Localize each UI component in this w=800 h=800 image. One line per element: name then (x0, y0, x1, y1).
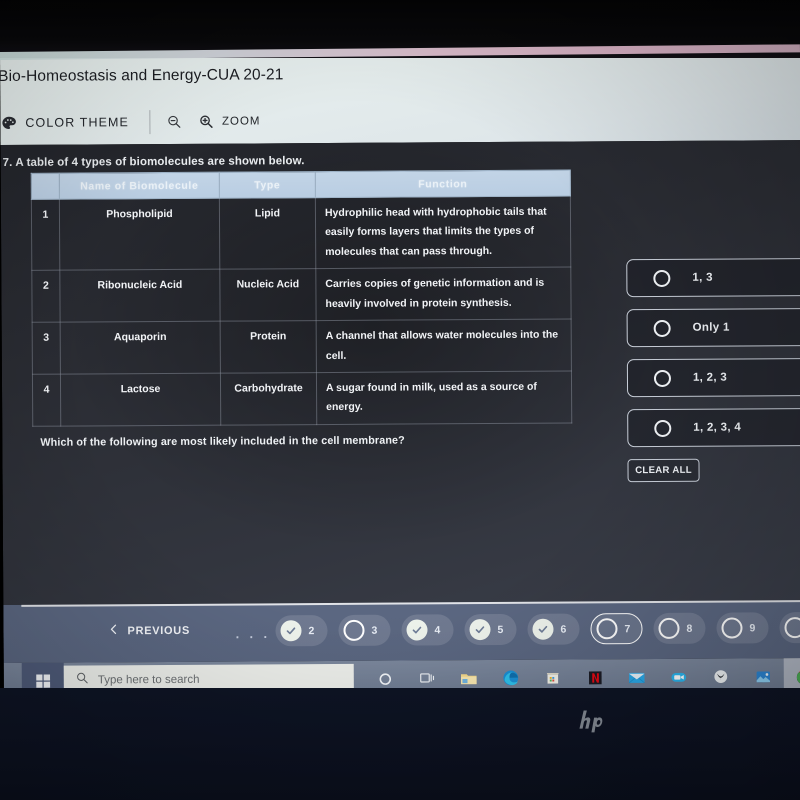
cell-index: 3 (32, 322, 61, 375)
radio-icon[interactable] (653, 269, 671, 287)
page-number: 6 (560, 623, 567, 636)
cell-name: Ribonucleic Acid (59, 269, 221, 323)
circle-icon (721, 617, 743, 639)
cell-function: Hydrophilic head with hydrophobic tails … (315, 196, 571, 269)
cell-type: Carbohydrate (220, 372, 317, 425)
page-number: 5 (497, 623, 504, 636)
answer-option-label: 1, 2, 3 (692, 371, 728, 384)
page-item-2[interactable]: 2 (275, 615, 328, 647)
page-number: 7 (624, 622, 631, 635)
page-item-3[interactable]: 3 (338, 614, 391, 646)
cell-type: Protein (220, 320, 317, 374)
answer-option-2[interactable]: Only 1 (626, 307, 800, 348)
table-row: 4 Lactose Carbohydrate A sugar found in … (32, 370, 572, 427)
circle-icon (596, 618, 618, 640)
answer-option-3[interactable]: 1, 2, 3 (626, 357, 800, 398)
pagination-ellipsis: · · · (235, 629, 271, 645)
color-theme-label: COLOR THEME (25, 115, 130, 130)
cell-index: 2 (31, 270, 61, 323)
windows-start-icon (35, 673, 50, 688)
circle-icon (343, 619, 365, 641)
table-row: 2 Ribonucleic Acid Nucleic Acid Carries … (31, 267, 572, 323)
magnifier-plus-icon[interactable] (198, 114, 214, 130)
quiz-content-area: 7. A table of 4 types of biomolecules ar… (0, 140, 800, 605)
answer-option-label: 1, 3 (692, 271, 713, 284)
check-icon (406, 619, 428, 641)
column-header-index (31, 173, 60, 200)
laptop-photo: Bio-Homeostasis and Energy-CUA 20-21 COL… (0, 0, 800, 800)
table-header-row: Name of Biomolecule Type Function (31, 170, 571, 200)
page-item-10[interactable]: 10 (779, 611, 800, 644)
radio-icon[interactable] (654, 419, 672, 437)
laptop-screen: Bio-Homeostasis and Energy-CUA 20-21 COL… (0, 52, 800, 693)
page-item-4[interactable]: 4 (401, 614, 454, 646)
answer-options: 1, 3 Only 1 1, 2, 3 1, 2, 3, 4 CLEAR ALL (626, 257, 800, 483)
page-number: 9 (749, 621, 756, 634)
search-input[interactable]: Type here to search (98, 674, 200, 687)
page-item-8[interactable]: 8 (653, 612, 706, 645)
page-number: 2 (308, 624, 315, 637)
cell-name: Lactose (60, 373, 221, 426)
cell-function: A channel that allows water molecules in… (316, 319, 572, 373)
check-icon (532, 618, 554, 640)
toolbar: COLOR THEME ZOOM (0, 102, 500, 141)
column-header-name: Name of Biomolecule (59, 172, 220, 200)
cell-function: A sugar found in milk, used as a source … (316, 370, 572, 425)
page-number: 4 (434, 623, 441, 636)
table-body: 1 Phospholipid Lipid Hydrophilic head wi… (31, 196, 572, 427)
page-number: 8 (686, 622, 693, 635)
page-item-5[interactable]: 5 (464, 613, 517, 646)
previous-label: PREVIOUS (127, 624, 190, 637)
cell-name: Aquaporin (60, 321, 221, 375)
toolbar-divider (148, 110, 151, 135)
hp-logo (577, 702, 615, 740)
app-header: Bio-Homeostasis and Energy-CUA 20-21 COL… (0, 52, 800, 145)
radio-icon[interactable] (653, 319, 671, 337)
quiz-navigation-bar: PREVIOUS · · · 2 3 4 5 6 7 8 9 (3, 600, 800, 663)
clear-all-button[interactable]: CLEAR ALL (627, 458, 700, 483)
page-number: 3 (371, 624, 378, 637)
circle-icon (658, 617, 680, 639)
table-row: 1 Phospholipid Lipid Hydrophilic head wi… (31, 196, 571, 271)
answer-option-4[interactable]: 1, 2, 3, 4 (627, 407, 800, 448)
cell-type: Nucleic Acid (219, 268, 317, 322)
chevron-left-icon (109, 623, 118, 638)
column-header-function: Function (315, 170, 571, 198)
cell-name: Phospholipid (59, 198, 220, 271)
page-item-6[interactable]: 6 (527, 613, 580, 645)
search-icon (76, 671, 89, 689)
pagination: 2 3 4 5 6 7 8 9 (275, 611, 800, 647)
check-icon (280, 620, 302, 642)
table-row: 3 Aquaporin Protein A channel that allow… (32, 319, 572, 375)
page-item-7-current[interactable]: 7 (590, 613, 643, 645)
cell-type: Lipid (219, 197, 316, 270)
palette-icon (0, 114, 17, 131)
biomolecules-table: Name of Biomolecule Type Function 1 Phos… (31, 170, 573, 427)
radio-icon[interactable] (653, 369, 672, 387)
cell-index: 4 (32, 374, 61, 427)
zoom-label: ZOOM (221, 115, 261, 128)
magnifier-minus-icon[interactable] (166, 114, 182, 130)
answer-option-1[interactable]: 1, 3 (626, 257, 800, 298)
cell-function: Carries copies of genetic information an… (315, 267, 572, 321)
column-header-type: Type (219, 171, 316, 199)
question-intro: 7. A table of 4 types of biomolecules ar… (2, 155, 305, 169)
answer-option-label: 1, 2, 3, 4 (693, 421, 742, 434)
circle-icon (784, 617, 800, 639)
color-theme-button[interactable]: COLOR THEME (0, 114, 129, 132)
page-item-9[interactable]: 9 (716, 612, 769, 644)
question-prompt: Which of the following are most likely i… (40, 434, 405, 449)
answer-option-label: Only 1 (692, 321, 730, 334)
laptop-bottom-bezel (0, 688, 800, 800)
previous-button[interactable]: PREVIOUS (109, 623, 190, 638)
check-icon (469, 619, 491, 641)
page-title: Bio-Homeostasis and Energy-CUA 20-21 (0, 66, 284, 86)
cell-index: 1 (31, 199, 60, 271)
